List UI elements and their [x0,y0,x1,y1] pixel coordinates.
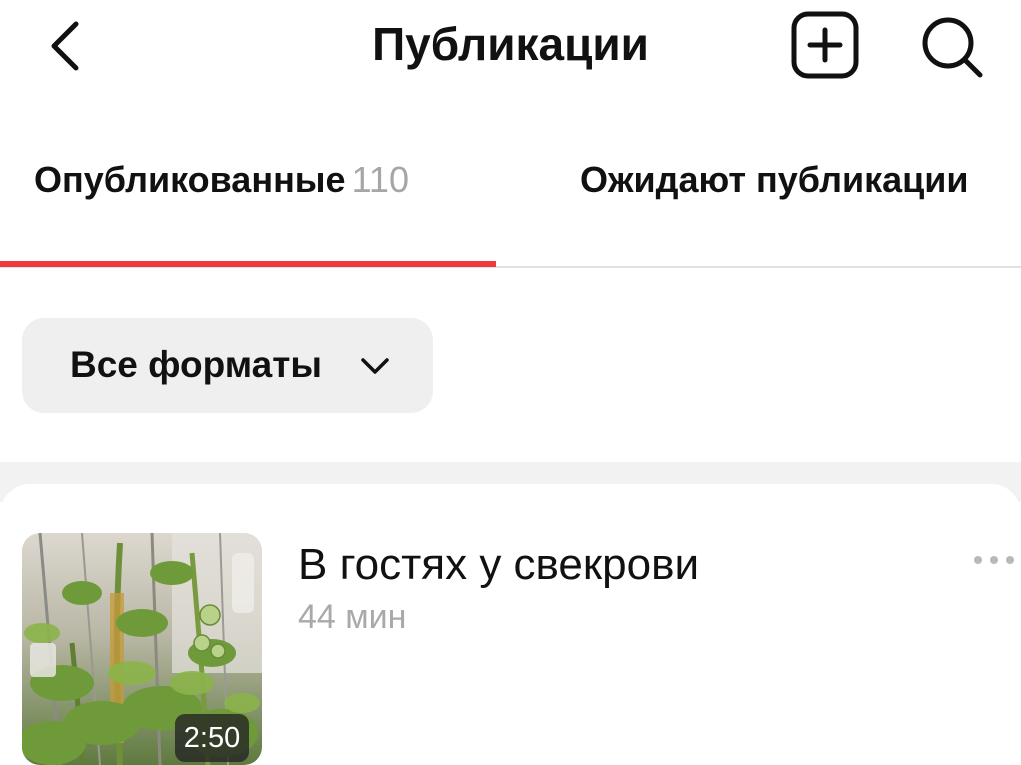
tab-bar: Опубликованные 110 Ожидают публикации [0,130,1021,270]
tab-published[interactable]: Опубликованные 110 [34,158,409,202]
more-options-button[interactable] [972,550,1016,570]
search-button[interactable] [918,13,984,79]
tab-pending-label: Ожидают публикации [580,159,969,200]
format-filter-label: Все форматы [70,344,322,385]
search-icon [922,17,983,78]
post-title[interactable]: В гостях у свекрови [298,538,699,592]
post-timestamp: 44 мин [298,598,407,636]
chevron-down-icon [361,358,389,374]
tab-pending[interactable]: Ожидают публикации [580,158,969,202]
plus-square-icon [791,11,859,79]
more-horizontal-icon [974,556,1014,564]
format-filter-dropdown[interactable]: Все форматы [22,318,433,413]
tab-published-label: Опубликованные [34,159,346,200]
tab-published-count: 110 [351,159,409,200]
page-title: Публикации [372,18,649,70]
video-duration-badge: 2:50 [175,714,249,762]
add-publication-button[interactable] [791,11,859,79]
active-tab-indicator [0,261,496,267]
app-header: Публикации [0,0,1021,92]
